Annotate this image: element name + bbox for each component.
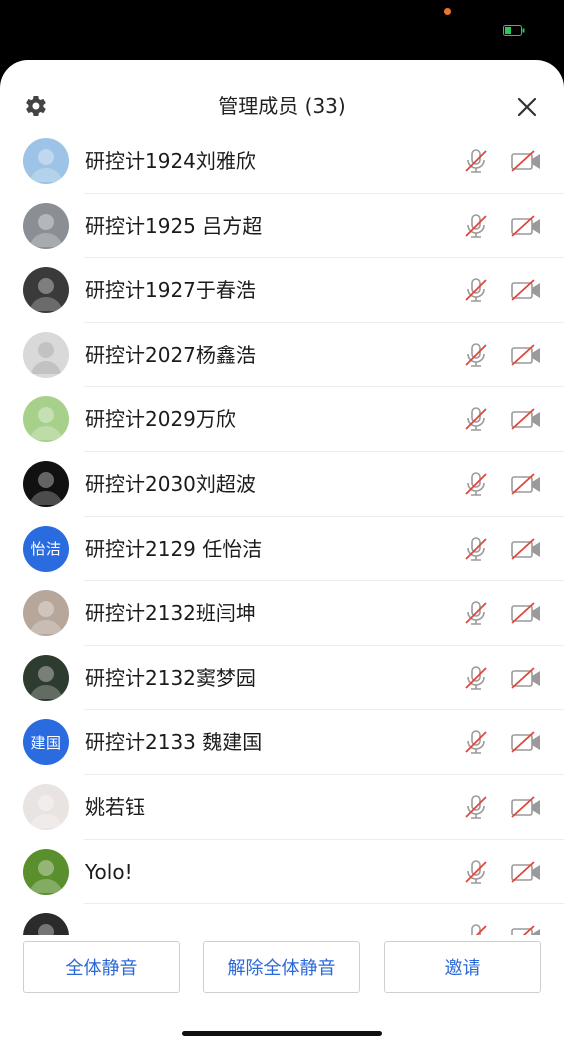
member-row[interactable]: 研控计2029万欣 bbox=[0, 387, 564, 452]
avatar: 怡洁 bbox=[23, 525, 69, 572]
member-name: 研控计2132班闫坤 bbox=[85, 601, 256, 626]
member-row[interactable]: 研控计2027杨鑫浩 bbox=[0, 323, 564, 388]
manage-members-sheet: 管理成员 (33) 研控计1924刘雅欣 研控计1925 吕方超 研控计1927于春… bbox=[0, 60, 564, 1047]
mic-muted-icon[interactable] bbox=[462, 793, 490, 821]
mic-muted-icon[interactable] bbox=[462, 276, 490, 304]
avatar bbox=[23, 267, 69, 314]
member-name: 研控计1924刘雅欣 bbox=[85, 149, 256, 173]
mic-muted-icon[interactable] bbox=[462, 405, 490, 433]
camera-off-icon[interactable] bbox=[510, 665, 542, 691]
avatar: 建国 bbox=[23, 719, 69, 766]
camera-off-icon[interactable] bbox=[510, 794, 542, 820]
member-row[interactable]: 研控计2030刘超波 bbox=[0, 452, 564, 517]
member-name: 研控计1927于春浩 bbox=[85, 278, 256, 303]
avatar bbox=[23, 654, 69, 701]
camera-off-icon[interactable] bbox=[510, 277, 542, 303]
camera-off-icon[interactable] bbox=[510, 859, 542, 885]
battery-icon bbox=[503, 25, 525, 36]
member-row[interactable]: 研控计1927于春浩 bbox=[0, 258, 564, 323]
avatar bbox=[23, 202, 69, 249]
camera-off-icon[interactable] bbox=[510, 729, 542, 755]
member-name: 研控计2132窦梦园 bbox=[85, 665, 256, 690]
member-name: 姚若钰 bbox=[85, 795, 145, 819]
avatar bbox=[23, 396, 69, 443]
camera-off-icon[interactable] bbox=[510, 923, 542, 935]
avatar bbox=[23, 848, 69, 895]
member-name: 研控计2029万欣 bbox=[85, 407, 236, 432]
mic-muted-icon[interactable] bbox=[462, 664, 490, 692]
home-indicator bbox=[182, 1031, 382, 1036]
member-row[interactable] bbox=[0, 904, 564, 935]
mute-all-button[interactable]: 全体静音 bbox=[23, 941, 180, 993]
member-name: Yolo! bbox=[85, 859, 133, 884]
mic-muted-icon[interactable] bbox=[462, 922, 490, 935]
sheet-header: 管理成员 (33) bbox=[0, 60, 564, 130]
mic-muted-icon[interactable] bbox=[462, 470, 490, 498]
avatar bbox=[23, 138, 69, 184]
mic-muted-icon[interactable] bbox=[462, 599, 490, 627]
avatar bbox=[23, 913, 69, 935]
avatar bbox=[23, 461, 69, 507]
member-name: 研控计2133 魏建国 bbox=[85, 730, 263, 755]
invite-button[interactable]: 邀请 bbox=[384, 941, 541, 993]
footer-actions: 全体静音 解除全体静音 邀请 bbox=[0, 935, 564, 1047]
member-row[interactable]: 怡洁 研控计2129 任怡洁 bbox=[0, 517, 564, 582]
mic-muted-icon[interactable] bbox=[462, 341, 490, 369]
page-title: 管理成员 (33) bbox=[218, 94, 346, 118]
member-row[interactable]: Yolo! bbox=[0, 840, 564, 905]
unmute-all-button[interactable]: 解除全体静音 bbox=[203, 941, 360, 993]
member-name: 研控计2030刘超波 bbox=[85, 472, 256, 496]
camera-off-icon[interactable] bbox=[510, 342, 542, 368]
mic-muted-icon[interactable] bbox=[462, 858, 490, 886]
mic-muted-icon[interactable] bbox=[462, 212, 490, 240]
avatar bbox=[23, 590, 69, 637]
member-list[interactable]: 研控计1924刘雅欣 研控计1925 吕方超 研控计1927于春浩 研控计2027杨鑫… bbox=[0, 129, 564, 935]
camera-off-icon[interactable] bbox=[510, 406, 542, 432]
member-name: 研控计1925 吕方超 bbox=[85, 213, 263, 238]
camera-off-icon[interactable] bbox=[510, 471, 542, 497]
member-row[interactable]: 建国 研控计2133 魏建国 bbox=[0, 710, 564, 775]
member-row[interactable]: 研控计1924刘雅欣 bbox=[0, 129, 564, 194]
camera-off-icon[interactable] bbox=[510, 148, 542, 174]
camera-off-icon[interactable] bbox=[510, 536, 542, 562]
status-indicator-dot bbox=[444, 8, 451, 15]
member-row[interactable]: 研控计2132窦梦园 bbox=[0, 646, 564, 711]
mic-muted-icon[interactable] bbox=[462, 728, 490, 756]
member-name: 研控计2129 任怡洁 bbox=[85, 536, 263, 561]
camera-off-icon[interactable] bbox=[510, 213, 542, 239]
member-row[interactable]: 姚若钰 bbox=[0, 775, 564, 840]
member-row[interactable]: 研控计1925 吕方超 bbox=[0, 194, 564, 259]
close-icon[interactable] bbox=[515, 95, 539, 119]
avatar bbox=[23, 784, 69, 830]
member-row[interactable]: 研控计2132班闫坤 bbox=[0, 581, 564, 646]
mic-muted-icon[interactable] bbox=[462, 535, 490, 563]
member-name: 研控计2027杨鑫浩 bbox=[85, 342, 256, 367]
mic-muted-icon[interactable] bbox=[462, 147, 490, 175]
camera-off-icon[interactable] bbox=[510, 600, 542, 626]
avatar bbox=[23, 331, 69, 378]
